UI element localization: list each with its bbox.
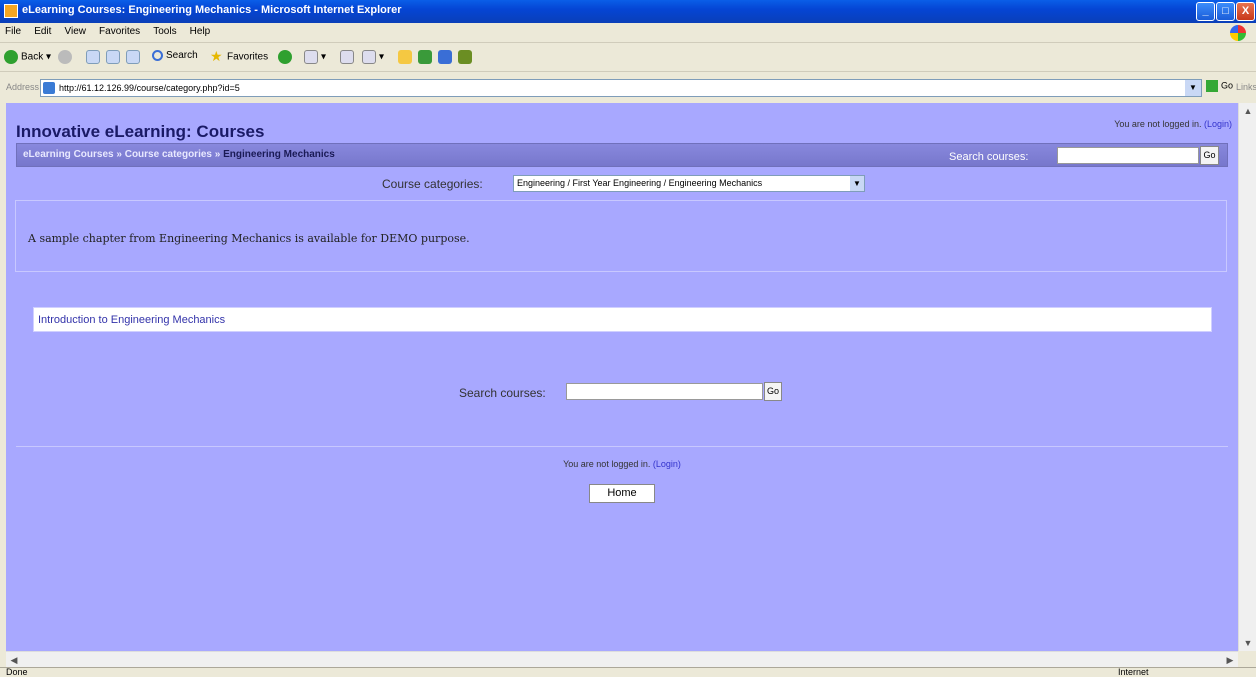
address-dropdown-icon[interactable]: ▼	[1185, 80, 1201, 96]
tool-icon	[458, 50, 472, 64]
research-button[interactable]	[418, 50, 435, 64]
ie-icon	[4, 4, 18, 18]
search-icon	[152, 50, 163, 61]
bottom-search-label: Search courses:	[459, 386, 546, 400]
research-icon	[418, 50, 432, 64]
status-text: Done	[6, 667, 28, 677]
nav-search-label: Search courses:	[949, 151, 1029, 163]
stop-button[interactable]	[86, 50, 103, 64]
course-list-item: Introduction to Engineering Mechanics	[33, 307, 1212, 332]
login-info: You are not logged in. (Login)	[1114, 119, 1232, 129]
edit-icon	[362, 50, 376, 64]
address-go-button[interactable]: Go	[1206, 80, 1233, 92]
folder-button[interactable]	[398, 50, 415, 64]
scroll-right-icon[interactable]: ▶	[1222, 652, 1238, 668]
page-icon	[43, 82, 55, 94]
window-titlebar: eLearning Courses: Engineering Mechanics…	[0, 0, 1256, 23]
login-status-text: You are not logged in.	[1114, 119, 1202, 129]
favorites-button[interactable]: ★ Favorites	[210, 48, 268, 64]
category-selected-value: Engineering / First Year Engineering / E…	[517, 178, 763, 188]
nav-search-input[interactable]	[1057, 147, 1199, 164]
forward-button[interactable]	[58, 50, 75, 64]
menu-tools[interactable]: Tools	[148, 23, 181, 40]
nav-search-go-button[interactable]: Go	[1200, 146, 1219, 165]
menu-file[interactable]: File	[0, 23, 26, 40]
search-button[interactable]: Search	[152, 50, 198, 61]
category-summary: A sample chapter from Engineering Mechan…	[15, 200, 1227, 272]
vertical-scrollbar[interactable]: ▲ ▼	[1238, 103, 1256, 651]
mail-button[interactable]: ▾	[304, 50, 326, 64]
breadcrumb-current: Engineering Mechanics	[223, 149, 335, 160]
go-arrow-icon	[1206, 80, 1218, 92]
breadcrumb-course-categories[interactable]: Course categories	[125, 149, 212, 160]
footer-login-link[interactable]: (Login)	[653, 459, 681, 469]
page-viewport: Innovative eLearning: Courses You are no…	[6, 103, 1238, 651]
summary-text: A sample chapter from Engineering Mechan…	[28, 232, 470, 245]
footer-login-info: You are not logged in. (Login)	[6, 459, 1238, 469]
home-button[interactable]: Home	[589, 484, 655, 503]
menu-view[interactable]: View	[59, 23, 91, 40]
address-label: Address	[6, 82, 40, 92]
extra-button[interactable]	[458, 50, 475, 64]
home-toolbar-button[interactable]	[126, 50, 143, 64]
category-label: Course categories:	[382, 177, 483, 191]
bottom-search-input[interactable]	[566, 383, 763, 400]
footer-login-status-text: You are not logged in.	[563, 459, 651, 469]
status-bar: Done Internet	[0, 667, 1256, 677]
back-arrow-icon	[4, 50, 18, 64]
window-title: eLearning Courses: Engineering Mechanics…	[22, 4, 402, 16]
edit-button[interactable]: ▾	[362, 50, 384, 64]
course-link[interactable]: Introduction to Engineering Mechanics	[38, 314, 225, 326]
star-icon: ★	[210, 48, 223, 64]
scroll-up-icon[interactable]: ▲	[1240, 103, 1256, 119]
footer-divider	[16, 446, 1228, 447]
chevron-down-icon: ▼	[850, 176, 864, 191]
menu-edit[interactable]: Edit	[29, 23, 56, 40]
address-input[interactable]: http://61.12.126.99/course/category.php?…	[40, 79, 1202, 97]
navbar: eLearning Courses » Course categories » …	[16, 143, 1228, 167]
security-zone: Internet	[1118, 667, 1149, 677]
horizontal-scrollbar[interactable]: ◀ ▶	[6, 651, 1238, 667]
messenger-button[interactable]	[438, 50, 455, 64]
print-button[interactable]	[340, 50, 357, 64]
windows-logo-icon	[1230, 25, 1246, 41]
bottom-search-go-button[interactable]: Go	[764, 382, 782, 401]
scroll-left-icon[interactable]: ◀	[6, 652, 22, 668]
links-button[interactable]: Links	[1236, 82, 1256, 92]
mail-icon	[304, 50, 318, 64]
refresh-icon	[106, 50, 120, 64]
category-select[interactable]: Engineering / First Year Engineering / E…	[513, 175, 865, 192]
breadcrumb-separator: »	[116, 149, 122, 160]
page-title: Innovative eLearning: Courses	[16, 122, 265, 141]
address-bar: Address http://61.12.126.99/course/categ…	[0, 77, 1256, 99]
back-button[interactable]: Back ▾	[4, 50, 51, 64]
close-button[interactable]: X	[1236, 2, 1255, 21]
stop-icon	[86, 50, 100, 64]
print-icon	[340, 50, 354, 64]
home-icon	[126, 50, 140, 64]
breadcrumb: eLearning Courses » Course categories » …	[23, 149, 335, 160]
scroll-down-icon[interactable]: ▼	[1240, 635, 1256, 651]
menu-bar: File Edit View Favorites Tools Help	[0, 23, 1256, 43]
breadcrumb-elearning-courses[interactable]: eLearning Courses	[23, 149, 114, 160]
menu-help[interactable]: Help	[185, 23, 216, 40]
browser-toolbar: Back ▾ Search ★ Favorites ▾ ▾	[0, 44, 1256, 72]
refresh-button[interactable]	[106, 50, 123, 64]
breadcrumb-separator: »	[214, 149, 221, 160]
minimize-button[interactable]: _	[1196, 2, 1215, 21]
address-url: http://61.12.126.99/course/category.php?…	[59, 83, 240, 93]
history-icon	[278, 50, 292, 64]
login-link[interactable]: (Login)	[1204, 119, 1232, 129]
folder-icon	[398, 50, 412, 64]
forward-arrow-icon	[58, 50, 72, 64]
menu-favorites[interactable]: Favorites	[94, 23, 145, 40]
maximize-button[interactable]: □	[1216, 2, 1235, 21]
history-button[interactable]	[278, 50, 295, 64]
messenger-icon	[438, 50, 452, 64]
